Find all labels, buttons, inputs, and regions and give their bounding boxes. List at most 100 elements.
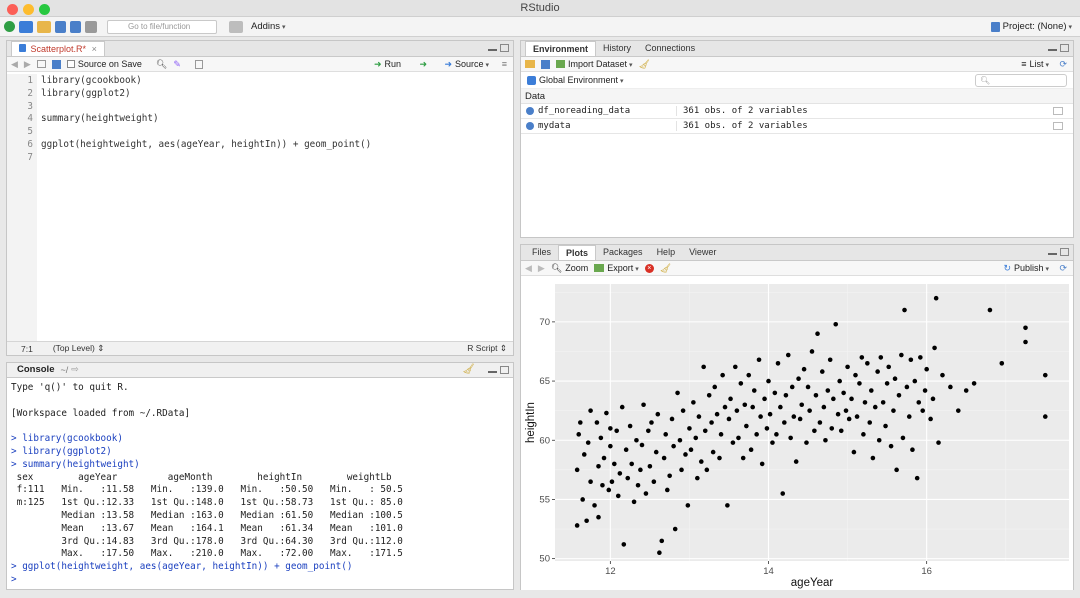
variable-value: 361 obs. of 2 variables (683, 121, 808, 131)
plots-tabbar: Files Plots Packages Help Viewer (521, 245, 1073, 261)
compile-report-icon[interactable] (194, 59, 203, 69)
remove-plot-icon[interactable]: × (644, 263, 654, 273)
console-input-line: > summary(heightweight) (11, 458, 140, 470)
code-line[interactable]: library(gcookbook) (41, 75, 371, 88)
source-button[interactable]: ➜ Source (444, 59, 489, 70)
console-output[interactable]: Type 'q()' to quit R. [Workspace loaded f… (11, 382, 509, 587)
code-line[interactable] (41, 101, 371, 114)
data-point (782, 420, 787, 425)
minimize-window-button[interactable] (23, 4, 34, 15)
data-point (738, 381, 744, 386)
view-data-icon[interactable] (1053, 122, 1063, 130)
environment-row[interactable]: df_noreading_data 361 obs. of 2 variables (521, 104, 1073, 119)
run-button[interactable]: ➜ Run (374, 59, 401, 70)
tab-files[interactable]: Files (525, 245, 558, 260)
open-file-icon[interactable] (37, 20, 51, 33)
environment-search-input[interactable]: 🔍︎ (975, 74, 1067, 87)
console-minimize-button[interactable] (488, 366, 497, 373)
variable-value: 361 obs. of 2 variables (683, 106, 808, 116)
clear-plots-icon[interactable]: 🧹︎ (660, 263, 671, 274)
console-maximize-button[interactable] (500, 366, 509, 374)
environment-toolbar: Import Dataset 🧹︎ ≡ List ⟳ (521, 57, 1073, 72)
code-tools-icon[interactable]: ✎ (173, 59, 181, 70)
console-goto-icon[interactable]: ⇨ (68, 362, 82, 377)
plots-maximize-button[interactable] (1060, 248, 1069, 256)
list-view-button[interactable]: ≡ List (1021, 59, 1049, 69)
code-line[interactable] (41, 126, 371, 139)
tab-plots[interactable]: Plots (558, 245, 597, 260)
maximize-window-button[interactable] (39, 4, 50, 15)
new-file-icon[interactable] (4, 21, 15, 32)
zoom-button[interactable]: 🔍︎ Zoom (551, 263, 588, 274)
data-point (669, 416, 675, 422)
grid-layout-icon[interactable] (229, 20, 243, 33)
tab-packages[interactable]: Packages (596, 245, 650, 260)
code-line[interactable]: summary(heightweight) (41, 113, 371, 126)
save-all-icon[interactable] (70, 20, 81, 33)
rerun-icon[interactable]: ➜ (419, 59, 427, 70)
tab-scatterplot[interactable]: Scatterplot.R* × (11, 41, 105, 56)
close-tab-icon[interactable]: × (92, 44, 97, 54)
clear-workspace-icon[interactable]: 🧹︎ (639, 59, 650, 70)
code-line[interactable] (41, 152, 371, 165)
data-point (601, 455, 607, 461)
new-project-icon[interactable] (19, 20, 33, 33)
data-point (1042, 372, 1048, 378)
env-maximize-button[interactable] (1060, 44, 1069, 52)
show-in-window-icon[interactable] (36, 60, 46, 68)
minimize-pane-button[interactable] (488, 44, 497, 51)
filetype-selector[interactable]: R Script ⇕ (467, 343, 507, 354)
close-window-button[interactable] (7, 4, 18, 15)
global-environment-selector[interactable]: Global Environment (527, 75, 624, 85)
data-point (918, 355, 923, 360)
tab-history[interactable]: History (596, 41, 638, 56)
load-workspace-icon[interactable] (525, 60, 535, 68)
back-icon[interactable]: ◀ (11, 59, 18, 70)
goto-file-input[interactable]: Go to file/function (107, 19, 217, 34)
scope-selector[interactable]: (Top Level) ⇕ (53, 343, 105, 354)
code-area[interactable]: 1234567 library(gcookbook) library(ggplot… (7, 74, 513, 341)
data-point (695, 475, 700, 481)
search-icon[interactable]: 🔍︎ (156, 59, 167, 70)
forward-icon[interactable]: ▶ (24, 59, 31, 70)
code-line[interactable]: ggplot(heightweight, aes(ageYear, height… (41, 139, 371, 152)
next-plot-icon[interactable]: ▶ (538, 263, 545, 274)
tab-help[interactable]: Help (650, 245, 683, 260)
plots-minimize-button[interactable] (1048, 248, 1057, 255)
code-lines[interactable]: library(gcookbook) library(ggplot2) summar… (41, 75, 371, 165)
previous-plot-icon[interactable]: ◀ (525, 263, 532, 274)
source-on-save-checkbox[interactable]: Source on Save (66, 59, 142, 69)
data-point (638, 467, 643, 473)
scope-bar: Global Environment 🔍︎ (521, 72, 1073, 89)
export-button[interactable]: Export (594, 263, 638, 273)
tab-environment[interactable]: Environment (525, 41, 597, 56)
save-file-icon[interactable] (51, 59, 61, 69)
import-dataset-button[interactable]: Import Dataset (556, 59, 633, 69)
clear-console-icon[interactable]: 🧹︎ (462, 364, 475, 375)
data-point (608, 443, 613, 449)
maximize-pane-button[interactable] (500, 44, 509, 52)
line-number: 3 (27, 100, 33, 112)
expand-data-icon[interactable] (526, 122, 534, 130)
environment-row[interactable]: mydata 361 obs. of 2 variables (521, 119, 1073, 134)
code-line[interactable]: library(ggplot2) (41, 88, 371, 101)
view-data-icon[interactable] (1053, 107, 1063, 115)
print-icon[interactable] (85, 20, 97, 33)
save-workspace-icon[interactable] (541, 59, 550, 69)
data-point (827, 357, 833, 363)
addins-menu[interactable]: Addins (251, 21, 286, 32)
data-point (831, 396, 836, 402)
project-menu[interactable]: Project: (None) (990, 21, 1072, 32)
tab-viewer[interactable]: Viewer (682, 245, 723, 260)
data-point (588, 479, 593, 484)
refresh-env-icon[interactable]: ⟳ (1059, 59, 1067, 70)
save-icon[interactable] (55, 20, 66, 33)
tab-connections[interactable]: Connections (638, 41, 702, 56)
plots-window-buttons (1048, 248, 1069, 256)
data-point (701, 364, 706, 370)
env-minimize-button[interactable] (1048, 44, 1057, 51)
outline-icon[interactable]: ≡ (502, 59, 507, 69)
publish-button[interactable]: ↻ Publish (1003, 263, 1049, 274)
refresh-plot-icon[interactable]: ⟳ (1059, 263, 1067, 274)
expand-data-icon[interactable] (526, 107, 534, 115)
